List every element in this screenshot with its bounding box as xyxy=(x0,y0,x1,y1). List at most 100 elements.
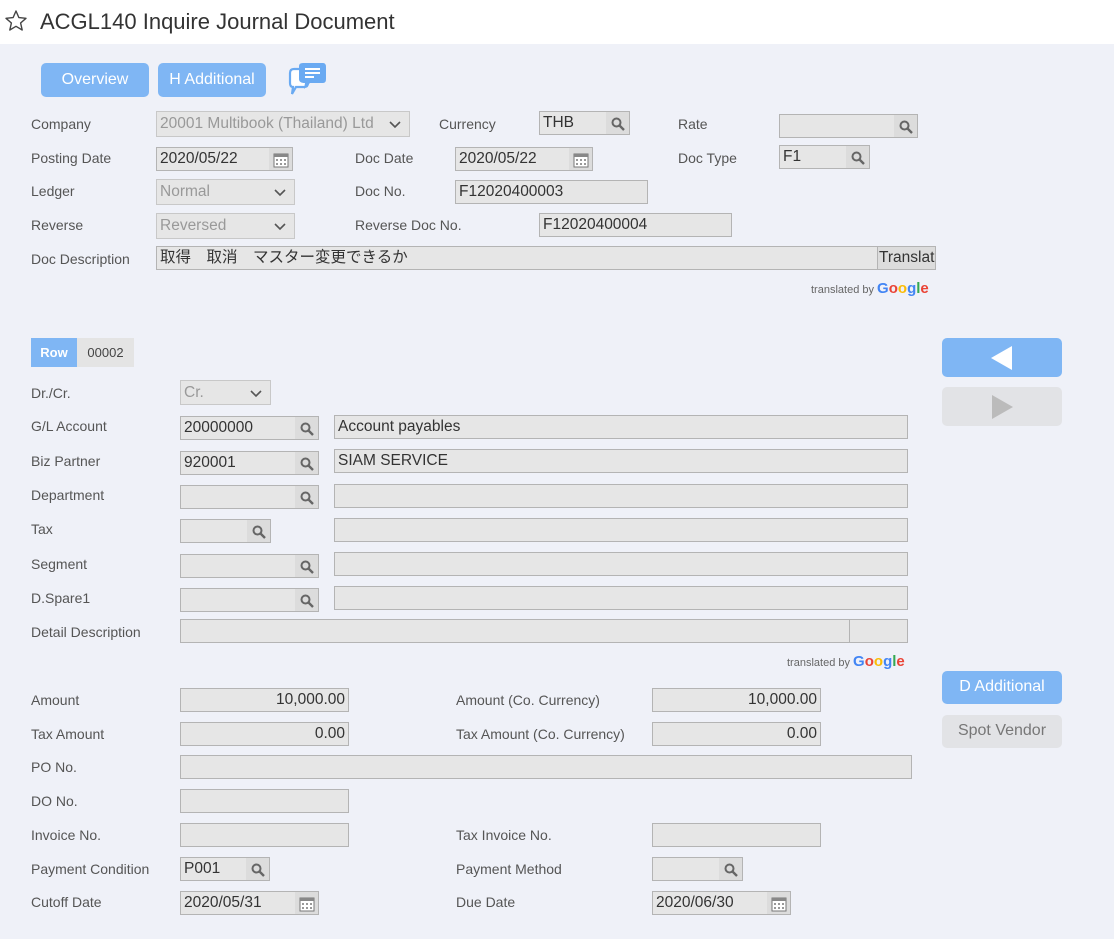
row-tag: Row xyxy=(31,338,77,367)
doc-description-field[interactable]: 取得 取消 マスター変更できるか xyxy=(156,246,878,270)
star-outline-icon[interactable] xyxy=(4,9,28,33)
translated-by-google: translated by Google xyxy=(811,280,929,297)
company-value: 20001 Multibook (Thailand) Ltd xyxy=(160,115,374,132)
doc-type-field[interactable]: F1 xyxy=(779,145,847,169)
tax-name-field[interactable] xyxy=(334,518,908,542)
tax-field[interactable] xyxy=(180,519,248,543)
currency-label: Currency xyxy=(439,116,496,132)
biz-partner-label: Biz Partner xyxy=(31,453,101,469)
invoice-no-label: Invoice No. xyxy=(31,827,102,843)
translate-button[interactable]: Translat xyxy=(877,246,936,270)
due-date-label: Due Date xyxy=(456,894,516,910)
company-select[interactable]: 20001 Multibook (Thailand) Ltd xyxy=(156,111,410,137)
search-icon[interactable] xyxy=(295,451,319,475)
prev-row-button[interactable] xyxy=(942,338,1062,377)
google-logo: Google xyxy=(877,280,929,297)
po-no-field[interactable] xyxy=(180,755,912,779)
amount-label: Amount xyxy=(31,692,80,708)
chevron-down-icon xyxy=(250,390,262,398)
search-icon[interactable] xyxy=(606,111,630,135)
translated-by-google: translated by Google xyxy=(787,653,905,670)
search-icon[interactable] xyxy=(846,145,870,169)
rate-label: Rate xyxy=(678,116,708,132)
cutoff-date-label: Cutoff Date xyxy=(31,894,102,910)
calendar-icon[interactable] xyxy=(269,147,293,171)
search-icon[interactable] xyxy=(246,857,270,881)
chevron-down-icon xyxy=(389,121,401,129)
gl-account-label: G/L Account xyxy=(31,418,107,434)
do-no-field[interactable] xyxy=(180,789,349,813)
search-icon[interactable] xyxy=(247,519,271,543)
h-additional-button[interactable]: H Additional xyxy=(158,63,266,97)
dspare1-name-field[interactable] xyxy=(334,586,908,610)
calendar-icon[interactable] xyxy=(569,147,593,171)
rate-field[interactable] xyxy=(779,114,895,138)
amount-co-field[interactable]: 10,000.00 xyxy=(652,688,821,712)
doc-no-field[interactable]: F12020400003 xyxy=(455,180,648,204)
po-no-label: PO No. xyxy=(31,759,77,775)
chat-bubbles-icon[interactable] xyxy=(286,61,328,99)
dspare1-field[interactable] xyxy=(180,588,296,612)
department-name-field[interactable] xyxy=(334,484,908,508)
cutoff-date-field[interactable]: 2020/05/31 xyxy=(180,891,296,915)
department-label: Department xyxy=(31,487,105,503)
drcr-label: Dr./Cr. xyxy=(31,385,71,401)
segment-label: Segment xyxy=(31,556,88,572)
tax-invoice-no-field[interactable] xyxy=(652,823,821,847)
reverse-select[interactable]: Reversed xyxy=(156,213,295,239)
payment-method-field[interactable] xyxy=(652,857,720,881)
search-icon[interactable] xyxy=(894,114,918,138)
segment-name-field[interactable] xyxy=(334,552,908,576)
chevron-down-icon xyxy=(274,223,286,231)
gl-account-field[interactable]: 20000000 xyxy=(180,416,296,440)
department-field[interactable] xyxy=(180,485,296,509)
doc-description-label: Doc Description xyxy=(31,251,130,267)
spot-vendor-button[interactable]: Spot Vendor xyxy=(942,715,1062,748)
segment-field[interactable] xyxy=(180,554,296,578)
drcr-value: Cr. xyxy=(184,384,204,401)
search-icon[interactable] xyxy=(295,416,319,440)
triangle-left-icon xyxy=(991,346,1012,370)
drcr-select[interactable]: Cr. xyxy=(180,380,271,405)
detail-translate-button[interactable] xyxy=(849,619,908,643)
ledger-select[interactable]: Normal xyxy=(156,179,295,205)
doc-type-label: Doc Type xyxy=(678,150,737,166)
chevron-down-icon xyxy=(274,189,286,197)
company-label: Company xyxy=(31,116,91,132)
invoice-no-field[interactable] xyxy=(180,823,349,847)
due-date-field[interactable]: 2020/06/30 xyxy=(652,891,768,915)
calendar-icon[interactable] xyxy=(295,891,319,915)
reverse-label: Reverse xyxy=(31,217,84,233)
detail-description-field[interactable] xyxy=(180,619,850,643)
detail-description-label: Detail Description xyxy=(31,624,141,640)
translated-by-text: translated by xyxy=(811,284,874,296)
d-additional-button[interactable]: D Additional xyxy=(942,671,1062,704)
overview-button[interactable]: Overview xyxy=(41,63,149,97)
search-icon[interactable] xyxy=(295,554,319,578)
search-icon[interactable] xyxy=(295,485,319,509)
ledger-value: Normal xyxy=(160,183,210,200)
gl-account-name-field[interactable]: Account payables xyxy=(334,415,908,439)
reverse-value: Reversed xyxy=(160,217,227,234)
google-logo: Google xyxy=(853,653,905,670)
currency-field[interactable]: THB xyxy=(539,111,607,135)
tax-amount-co-label: Tax Amount (Co. Currency) xyxy=(456,726,625,742)
tax-amount-field[interactable]: 0.00 xyxy=(180,722,349,746)
page-title: ACGL140 Inquire Journal Document xyxy=(40,9,395,34)
biz-partner-field[interactable]: 920001 xyxy=(180,451,296,475)
calendar-icon[interactable] xyxy=(767,891,791,915)
amount-co-label: Amount (Co. Currency) xyxy=(456,692,600,708)
doc-date-field[interactable]: 2020/05/22 xyxy=(455,147,570,171)
posting-date-field[interactable]: 2020/05/22 xyxy=(156,147,270,171)
next-row-button[interactable] xyxy=(942,387,1062,426)
tax-amount-co-field[interactable]: 0.00 xyxy=(652,722,821,746)
amount-field[interactable]: 10,000.00 xyxy=(180,688,349,712)
reverse-doc-no-field[interactable]: F12020400004 xyxy=(539,213,732,237)
biz-partner-name-field[interactable]: SIAM SERVICE xyxy=(334,449,908,473)
search-icon[interactable] xyxy=(295,588,319,612)
search-icon[interactable] xyxy=(719,857,743,881)
payment-condition-field[interactable]: P001 xyxy=(180,857,247,881)
posting-date-label: Posting Date xyxy=(31,150,112,166)
tax-amount-label: Tax Amount xyxy=(31,726,105,742)
doc-date-label: Doc Date xyxy=(355,150,414,166)
